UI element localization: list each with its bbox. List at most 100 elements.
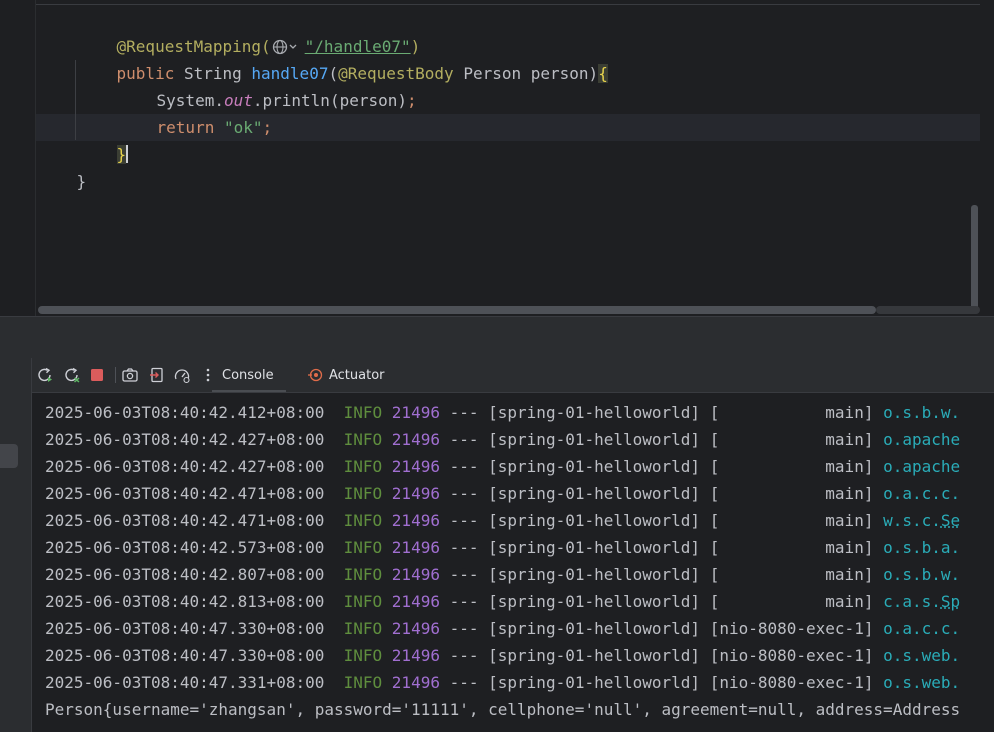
log-app-name: [spring-01-helloworld] xyxy=(488,457,701,476)
vertical-scrollbar-thumb[interactable] xyxy=(971,205,978,309)
log-line[interactable]: 2025-06-03T08:40:42.813+08:00 INFO 21496… xyxy=(45,588,960,615)
log-thread: [nio-8080-exec-1] xyxy=(700,673,884,692)
log-timestamp: 2025-06-03T08:40:42.813+08:00 xyxy=(45,592,325,611)
code-line-4[interactable]: return "ok"; xyxy=(118,87,273,137)
call-token: .println(person) xyxy=(252,91,407,110)
log-thread: [ main] xyxy=(700,538,884,557)
log-logger-link[interactable]: Se xyxy=(941,511,960,530)
log-level: INFO xyxy=(343,646,383,665)
code-line-1[interactable]: @RequestMapping("/handle07") xyxy=(78,6,421,56)
log-thread: [ main] xyxy=(700,511,884,530)
clipped-previous-line xyxy=(45,393,994,397)
editor-top-rule xyxy=(36,4,980,5)
panel-divider[interactable] xyxy=(0,316,994,359)
log-thread: [ main] xyxy=(700,403,884,422)
log-level: INFO xyxy=(343,565,383,584)
log-separator: --- xyxy=(439,538,489,557)
log-line[interactable]: 2025-06-03T08:40:42.573+08:00 INFO 21496… xyxy=(45,534,960,561)
log-timestamp: 2025-06-03T08:40:42.807+08:00 xyxy=(45,565,325,584)
log-level: INFO xyxy=(343,430,383,449)
log-thread: [ main] xyxy=(700,457,884,476)
log-line[interactable]: 2025-06-03T08:40:42.471+08:00 INFO 21496… xyxy=(45,507,960,534)
log-line[interactable]: 2025-06-03T08:40:47.330+08:00 INFO 21496… xyxy=(45,642,960,669)
code-line-3[interactable]: System.out.println(person); xyxy=(118,60,417,110)
code-line-5[interactable]: } xyxy=(78,114,129,164)
log-app-name: [spring-01-helloworld] xyxy=(488,511,701,530)
log-level: INFO xyxy=(343,511,383,530)
log-separator: --- xyxy=(439,673,489,692)
log-line[interactable]: 2025-06-03T08:40:47.331+08:00 INFO 21496… xyxy=(45,669,960,696)
log-logger: c.a.s. xyxy=(883,592,941,611)
log-thread: [ main] xyxy=(700,430,884,449)
log-separator: --- xyxy=(439,619,489,638)
log-app-name: [spring-01-helloworld] xyxy=(488,673,701,692)
tab-console[interactable]: Console xyxy=(212,358,286,392)
log-timestamp: 2025-06-03T08:40:42.471+08:00 xyxy=(45,484,325,503)
brace-token: } xyxy=(76,172,87,191)
log-thread: [ main] xyxy=(700,592,884,611)
log-level: INFO xyxy=(343,673,383,692)
log-timestamp: 2025-06-03T08:40:42.471+08:00 xyxy=(45,511,325,530)
restart-icon[interactable] xyxy=(62,365,82,385)
log-level: INFO xyxy=(343,457,383,476)
log-separator: --- xyxy=(439,646,489,665)
log-app-name: [spring-01-helloworld] xyxy=(488,619,701,638)
log-pid: 21496 xyxy=(391,538,440,557)
log-app-name: [spring-01-helloworld] xyxy=(488,565,701,584)
exit-icon[interactable] xyxy=(147,365,167,385)
toolbar-separator xyxy=(115,367,116,383)
log-line[interactable]: 2025-06-03T08:40:47.330+08:00 INFO 21496… xyxy=(45,615,960,642)
semicolon-token: ; xyxy=(407,91,417,110)
log-logger: o.apache xyxy=(883,457,961,476)
rerun-icon[interactable] xyxy=(35,365,55,385)
log-spacer xyxy=(324,646,343,665)
code-editor[interactable]: @RequestMapping("/handle07") public Stri… xyxy=(0,0,994,316)
log-spacer xyxy=(382,592,392,611)
more-vert-icon[interactable] xyxy=(198,365,218,385)
log-logger: o.apache xyxy=(883,430,961,449)
log-spacer xyxy=(382,484,392,503)
log-spacer xyxy=(382,403,392,422)
log-line[interactable]: 2025-06-03T08:40:42.807+08:00 INFO 21496… xyxy=(45,561,960,588)
log-thread: [ main] xyxy=(700,484,884,503)
log-spacer xyxy=(382,565,392,584)
log-spacer xyxy=(324,511,343,530)
log-line[interactable]: 2025-06-03T08:40:42.471+08:00 INFO 21496… xyxy=(45,480,960,507)
log-timestamp: 2025-06-03T08:40:47.330+08:00 xyxy=(45,619,325,638)
log-spacer xyxy=(324,538,343,557)
log-logger: o.s.web. xyxy=(883,673,961,692)
log-thread: [nio-8080-exec-1] xyxy=(700,646,884,665)
log-pid: 21496 xyxy=(391,403,440,422)
log-logger-link[interactable]: Sp xyxy=(941,592,960,611)
log-separator: --- xyxy=(439,592,489,611)
tab-actuator-label: Actuator xyxy=(329,367,385,383)
log-level: INFO xyxy=(343,403,383,422)
log-spacer xyxy=(324,403,343,422)
semicolon-token: ; xyxy=(262,118,273,137)
log-pid: 21496 xyxy=(391,592,440,611)
console-output[interactable]: 2025-06-03T08:40:42.412+08:00 INFO 21496… xyxy=(32,393,994,732)
code-line-6[interactable]: } xyxy=(38,141,87,191)
log-line[interactable]: 2025-06-03T08:40:42.427+08:00 INFO 21496… xyxy=(45,426,960,453)
active-tab-indicator xyxy=(212,390,286,392)
gauge-icon[interactable] xyxy=(172,365,192,385)
log-line[interactable]: 2025-06-03T08:40:42.427+08:00 INFO 21496… xyxy=(45,453,960,480)
stop-icon[interactable] xyxy=(87,365,107,385)
run-tool-strip xyxy=(0,358,32,732)
log-logger: o.a.c.c. xyxy=(883,484,961,503)
log-app-name: [spring-01-helloworld] xyxy=(488,403,701,422)
log-line[interactable]: 2025-06-03T08:40:42.412+08:00 INFO 21496… xyxy=(45,399,960,426)
horizontal-scrollbar-track[interactable] xyxy=(876,306,980,314)
selected-tool-marker[interactable] xyxy=(0,444,18,468)
string-token: "ok" xyxy=(223,118,263,137)
log-spacer xyxy=(324,484,343,503)
horizontal-scrollbar-thumb[interactable] xyxy=(38,306,876,314)
log-level: INFO xyxy=(343,592,383,611)
console-output-line[interactable]: Person{username='zhangsan', password='11… xyxy=(45,696,960,723)
tab-actuator[interactable]: Actuator xyxy=(307,358,385,392)
camera-icon[interactable] xyxy=(120,365,140,385)
code-line-2[interactable]: public String handle07(@RequestBody Pers… xyxy=(78,33,608,83)
brace-match-token: { xyxy=(598,64,608,83)
log-app-name: [spring-01-helloworld] xyxy=(488,538,701,557)
log-pid: 21496 xyxy=(391,619,440,638)
